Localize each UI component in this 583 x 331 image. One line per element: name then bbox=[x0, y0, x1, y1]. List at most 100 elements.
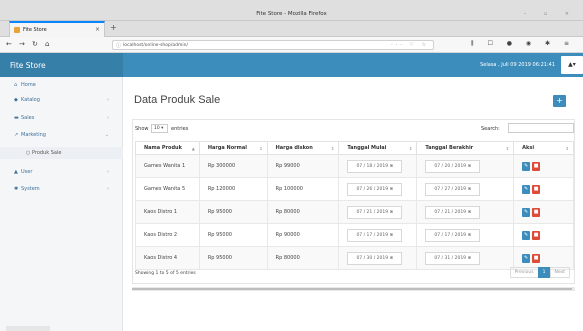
browser-titlebar: Fite Store - Mozilla Firefox – ▫ × bbox=[0, 0, 583, 21]
edit-button[interactable]: ✎ bbox=[522, 207, 531, 217]
entries-select[interactable]: 10 ▾ bbox=[151, 124, 168, 133]
forward-icon[interactable]: → bbox=[19, 40, 25, 48]
pagination: Previous 1 Next bbox=[509, 267, 570, 278]
date-input[interactable]: 07 / 30 / 2019 ⊗ bbox=[347, 251, 403, 265]
column-header[interactable]: Nama Produk ▲ bbox=[135, 141, 200, 155]
sort-icon: ⇕ bbox=[331, 146, 335, 151]
window-controls[interactable]: – ▫ × bbox=[524, 11, 577, 17]
share-icon: ↗ bbox=[14, 132, 19, 138]
date-input[interactable]: 07 / 18 / 2019 ⊗ bbox=[347, 159, 403, 173]
table-row: Games Wanita 5 Rp 120000 Rp 100000 07 / … bbox=[135, 177, 574, 201]
browser-tab[interactable]: Fite Store × bbox=[9, 21, 105, 37]
sidebar-item-sales[interactable]: ▬ Sales ‹ bbox=[0, 112, 123, 124]
cart-icon: ▬ bbox=[14, 115, 19, 121]
user-menu-button[interactable]: ▲▾ bbox=[561, 56, 583, 74]
produk-sale-table: Nama Produk ▲ Harga Normal ⇕ Harga diskon ⇕… bbox=[135, 141, 574, 270]
date-input[interactable]: 07 / 17 / 2019 ⊗ bbox=[425, 228, 481, 242]
sidebar-item-system[interactable]: ✱ System ‹ bbox=[0, 183, 123, 195]
sidebar-item-home[interactable]: ⌂ Home bbox=[0, 79, 123, 91]
reload-icon[interactable]: ↻ bbox=[32, 40, 38, 48]
cell-tanggal-mulai: 07 / 21 / 2019 ⊗ bbox=[338, 200, 418, 224]
cell-harga-normal: Rp 95000 bbox=[198, 223, 268, 247]
sidebar-item-label: Katalog bbox=[21, 97, 40, 103]
show-label: Show bbox=[135, 126, 149, 132]
column-header[interactable]: Harga Normal ⇕ bbox=[198, 141, 268, 155]
horizontal-scrollbar[interactable] bbox=[132, 287, 575, 291]
sort-icon: ⇕ bbox=[259, 146, 263, 151]
column-header[interactable]: Tanggal Mulai ⇕ bbox=[338, 141, 418, 155]
edit-button[interactable]: ✎ bbox=[522, 253, 531, 263]
table-info: Showing 1 to 5 of 5 entries bbox=[135, 271, 196, 276]
cell-harga-diskon: Rp 90000 bbox=[266, 223, 340, 247]
logo[interactable]: Fite Store bbox=[0, 53, 123, 77]
date-input[interactable]: 07 / 26 / 2019 ⊗ bbox=[347, 182, 403, 196]
cell-nama: Kaos Distro 2 bbox=[135, 223, 200, 247]
cell-harga-normal: Rp 120000 bbox=[198, 177, 268, 201]
date-input[interactable]: 07 / 21 / 2019 ⊗ bbox=[425, 205, 481, 219]
sidebar-subitem-label: ○ Produk Sale bbox=[26, 150, 62, 156]
date-input[interactable]: 07 / 17 / 2019 ⊗ bbox=[347, 228, 403, 242]
date-input[interactable]: 07 / 20 / 2019 ⊗ bbox=[425, 159, 481, 173]
back-icon[interactable]: ← bbox=[6, 40, 12, 48]
cell-harga-normal: Rp 300000 bbox=[198, 154, 268, 178]
cell-tanggal-mulai: 07 / 26 / 2019 ⊗ bbox=[338, 177, 418, 201]
sidebar-item-label: User bbox=[21, 169, 33, 175]
edit-button[interactable]: ✎ bbox=[522, 184, 531, 194]
entries-label: entries bbox=[171, 126, 189, 132]
pagination-previous[interactable]: Previous bbox=[509, 267, 539, 278]
sidebar-subitem-produk-sale[interactable]: ○ Produk Sale bbox=[0, 147, 123, 159]
tab-close-icon[interactable]: × bbox=[95, 26, 100, 33]
sidebar-item-user[interactable]: ▲ User ‹ bbox=[0, 166, 123, 178]
delete-button[interactable]: ■ bbox=[532, 230, 541, 240]
cell-tanggal-berakhir: 07 / 17 / 2019 ⊗ bbox=[416, 223, 515, 247]
new-tab-icon[interactable]: + bbox=[110, 23, 117, 32]
header-datetime: Selasa , Juli 09 2019 06:21:41 bbox=[480, 62, 555, 68]
table-row: Kaos Distro 1 Rp 95000 Rp 80000 07 / 21 … bbox=[135, 200, 574, 224]
cell-aksi: ✎ ■ bbox=[513, 223, 574, 247]
search-input[interactable] bbox=[508, 123, 574, 133]
favicon-icon bbox=[14, 27, 20, 33]
cell-tanggal-berakhir: 07 / 21 / 2019 ⊗ bbox=[416, 200, 515, 224]
table-header-row: Nama Produk ▲ Harga Normal ⇕ Harga diskon ⇕… bbox=[135, 141, 574, 155]
cell-harga-diskon: Rp 80000 bbox=[266, 200, 340, 224]
edit-button[interactable]: ✎ bbox=[522, 230, 531, 240]
home-browser-icon[interactable]: ⌂ bbox=[45, 40, 49, 48]
entries-select-value: 10 bbox=[154, 126, 160, 131]
cell-nama: Games Wanita 5 bbox=[135, 177, 200, 201]
url-bar[interactable]: ⓘ localhost/online-shop/admin/ ··· ♡ ☆ bbox=[112, 40, 434, 50]
sidebar-item-marketing[interactable]: ↗ Marketing ⌄ bbox=[0, 129, 123, 141]
column-header[interactable]: Aksi ⇕ bbox=[513, 141, 574, 155]
pagination-next[interactable]: Next bbox=[549, 267, 570, 278]
column-header[interactable]: Harga diskon ⇕ bbox=[266, 141, 340, 155]
edit-button[interactable]: ✎ bbox=[522, 161, 531, 171]
info-icon[interactable]: ⓘ bbox=[116, 42, 121, 49]
cell-harga-normal: Rp 95000 bbox=[198, 200, 268, 224]
table-row: Kaos Distro 2 Rp 95000 Rp 90000 07 / 17 … bbox=[135, 223, 574, 247]
sort-icon: ⇕ bbox=[565, 146, 569, 151]
cell-nama: Kaos Distro 1 bbox=[135, 200, 200, 224]
data-table-panel: Show 10 ▾ entries Search: Nama Produk ▲ H… bbox=[132, 119, 575, 284]
scrollbar-thumb[interactable] bbox=[132, 288, 572, 290]
sort-asc-icon: ▲ bbox=[191, 146, 195, 151]
sidebar-item-katalog[interactable]: ◆ Katalog ‹ bbox=[0, 94, 123, 106]
add-button[interactable]: + bbox=[553, 95, 566, 107]
delete-button[interactable]: ■ bbox=[532, 207, 541, 217]
sidebar: ⌂ Home ◆ Katalog ‹ ▬ Sales ‹ ↗ Marketing… bbox=[0, 77, 123, 331]
chevron-left-icon: ‹ bbox=[107, 97, 109, 103]
column-header[interactable]: Tanggal Berakhir ⇕ bbox=[416, 141, 515, 155]
cell-aksi: ✎ ■ bbox=[513, 154, 574, 178]
delete-button[interactable]: ■ bbox=[532, 253, 541, 263]
table-row: Games Wanita 1 Rp 300000 Rp 99000 07 / 1… bbox=[135, 154, 574, 178]
date-input[interactable]: 07 / 31 / 2019 ⊗ bbox=[425, 251, 481, 265]
delete-button[interactable]: ■ bbox=[532, 184, 541, 194]
cell-tanggal-berakhir: 07 / 31 / 2019 ⊗ bbox=[416, 246, 515, 270]
delete-button[interactable]: ■ bbox=[532, 161, 541, 171]
url-actions[interactable]: ··· ♡ ☆ bbox=[391, 42, 429, 48]
toolbar-icons[interactable]: ⫼ ☐ ● ◉ ✱ ≡ bbox=[471, 40, 575, 48]
home-icon: ⌂ bbox=[14, 82, 18, 88]
date-input[interactable]: 07 / 21 / 2019 ⊗ bbox=[347, 205, 403, 219]
cell-harga-normal: Rp 95000 bbox=[198, 246, 268, 270]
page-title: Data Produk Sale bbox=[134, 94, 221, 106]
date-input[interactable]: 07 / 27 / 2019 ⊗ bbox=[425, 182, 481, 196]
cell-tanggal-mulai: 07 / 18 / 2019 ⊗ bbox=[338, 154, 418, 178]
